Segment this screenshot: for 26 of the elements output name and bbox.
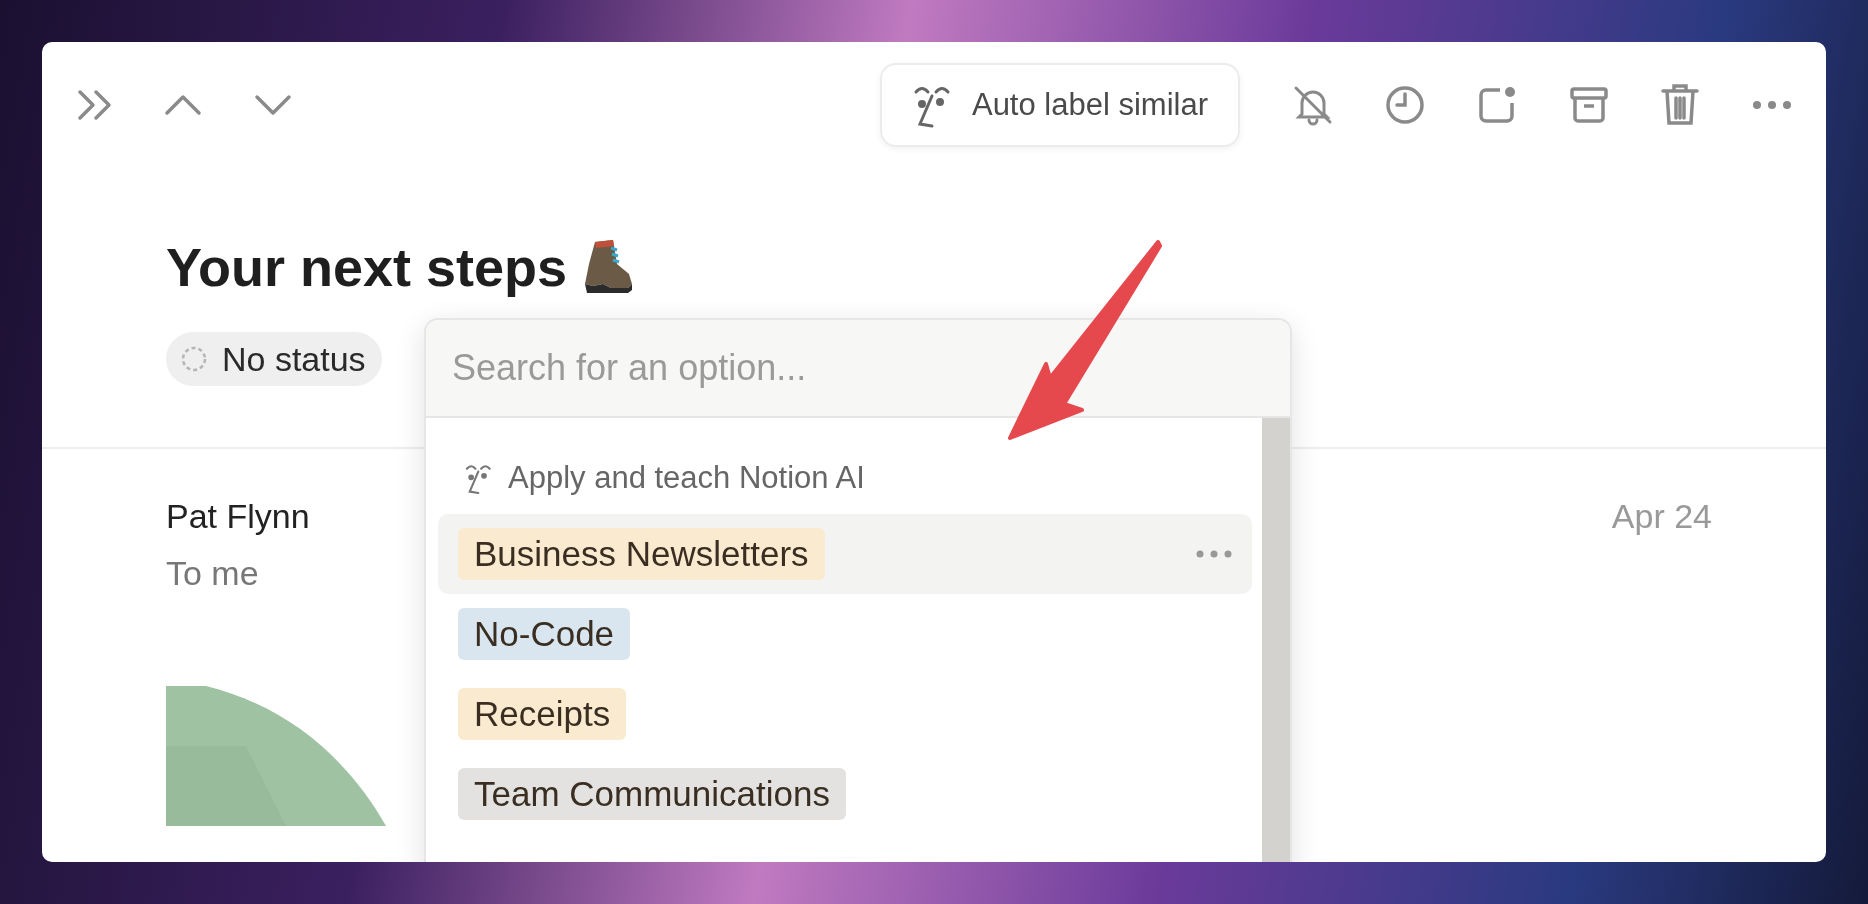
option-row[interactable]: Team Communications — [438, 754, 1252, 834]
chevron-down-icon[interactable] — [254, 94, 292, 116]
option-row[interactable]: No-Code — [438, 594, 1252, 674]
option-row[interactable]: Business Newsletters — [438, 514, 1252, 594]
clock-icon[interactable] — [1384, 84, 1426, 126]
more-icon[interactable] — [1752, 100, 1792, 110]
auto-label-button[interactable]: Auto label similar — [879, 63, 1240, 147]
email-date: Apr 24 — [1611, 496, 1712, 537]
chevron-up-icon[interactable] — [164, 94, 202, 116]
option-tag[interactable]: Receipts — [458, 688, 627, 740]
archive-icon[interactable] — [1568, 84, 1610, 126]
recipient-text: To me — [166, 552, 260, 594]
option-tag[interactable]: Business Newsletters — [458, 528, 825, 580]
trash-icon[interactable] — [1660, 82, 1700, 128]
status-circle-icon — [180, 345, 208, 373]
menu-section-label[interactable]: Apply and teach Notion AI — [508, 454, 865, 502]
option-row[interactable]: Receipts — [438, 674, 1252, 754]
status-pill[interactable]: No status — [166, 332, 382, 386]
sender-name: Pat Flynn — [166, 496, 310, 537]
reminder-icon[interactable] — [1476, 84, 1518, 126]
scrollbar[interactable] — [1262, 418, 1290, 862]
bell-off-icon[interactable] — [1292, 84, 1334, 126]
option-tag[interactable]: Team Communications — [458, 768, 846, 820]
option-tag[interactable]: No-Code — [458, 608, 631, 660]
more-icon[interactable] — [1196, 550, 1232, 558]
search-field[interactable]: Search for an option... — [426, 320, 1290, 418]
